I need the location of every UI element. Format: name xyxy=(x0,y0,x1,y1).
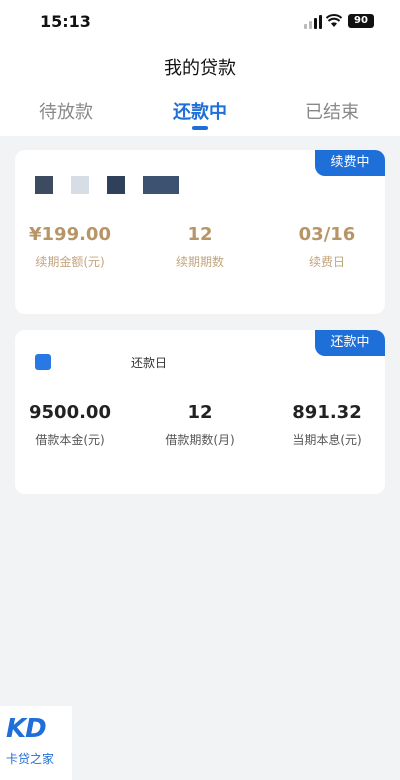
renewal-periods-label: 续期期数 xyxy=(175,255,224,269)
loan-periods-label: 借款期数(月) xyxy=(165,433,235,447)
current-installment-value: 891.32 xyxy=(292,402,362,423)
current-installment-label: 当期本息(元) xyxy=(292,433,362,447)
watermark-logo: KD 卡贷之家 xyxy=(0,706,72,780)
renewal-periods-value: 12 xyxy=(187,224,213,245)
loan-principal-label: 借款本金(元) xyxy=(35,433,105,447)
due-date-label: 还款日 xyxy=(131,356,168,370)
masked-loan-name xyxy=(35,176,195,194)
signal-icon xyxy=(304,15,322,29)
loan-principal: 9500.00 借款本金(元) xyxy=(15,402,130,448)
renewal-amount-label: 续期金额(元) xyxy=(35,255,105,269)
logo-name: 卡贷之家 xyxy=(6,752,55,766)
active-tab-indicator xyxy=(192,126,208,130)
renewal-day-label: 续费日 xyxy=(308,255,345,269)
tab-bar: 待放款 还款中 已结束 xyxy=(0,98,400,136)
status-badge: 续费中 xyxy=(315,150,385,176)
logo-mark: KD xyxy=(6,714,47,744)
renewal-periods: 12 续期期数 xyxy=(140,224,260,270)
bank-logo-icon xyxy=(35,354,51,370)
renewal-day: 03/16 续费日 xyxy=(267,224,385,270)
status-badge: 还款中 xyxy=(315,330,385,356)
loan-principal-value: 9500.00 xyxy=(29,402,111,423)
tab-pending[interactable]: 待放款 xyxy=(16,98,116,124)
current-installment: 891.32 当期本息(元) xyxy=(267,402,385,448)
renewal-day-value: 03/16 xyxy=(298,224,356,245)
tab-repaying[interactable]: 还款中 xyxy=(150,98,250,124)
status-bar: 15:13 90 xyxy=(0,0,400,44)
wifi-icon xyxy=(326,14,342,27)
status-time: 15:13 xyxy=(40,12,91,31)
renewal-amount: ¥199.00 续期金额(元) xyxy=(15,224,130,270)
top-header-area: 15:13 90 我的贷款 待放款 还款中 已结束 xyxy=(0,0,400,136)
loan-card[interactable]: 还款中 还款日 9500.00 借款本金(元) 12 借款期数(月) 891.3… xyxy=(15,330,385,494)
renewal-card[interactable]: 续费中 ¥199.00 续期金额(元) 12 续期期数 03/16 续费日 xyxy=(15,150,385,314)
renewal-amount-value: ¥199.00 xyxy=(29,224,111,245)
loan-periods-value: 12 xyxy=(187,402,213,423)
battery-icon: 90 xyxy=(348,14,374,28)
loan-card-header: 还款日 xyxy=(35,352,295,370)
tab-finished[interactable]: 已结束 xyxy=(282,98,382,124)
page-title: 我的贷款 xyxy=(164,58,236,79)
loan-periods: 12 借款期数(月) xyxy=(140,402,260,448)
